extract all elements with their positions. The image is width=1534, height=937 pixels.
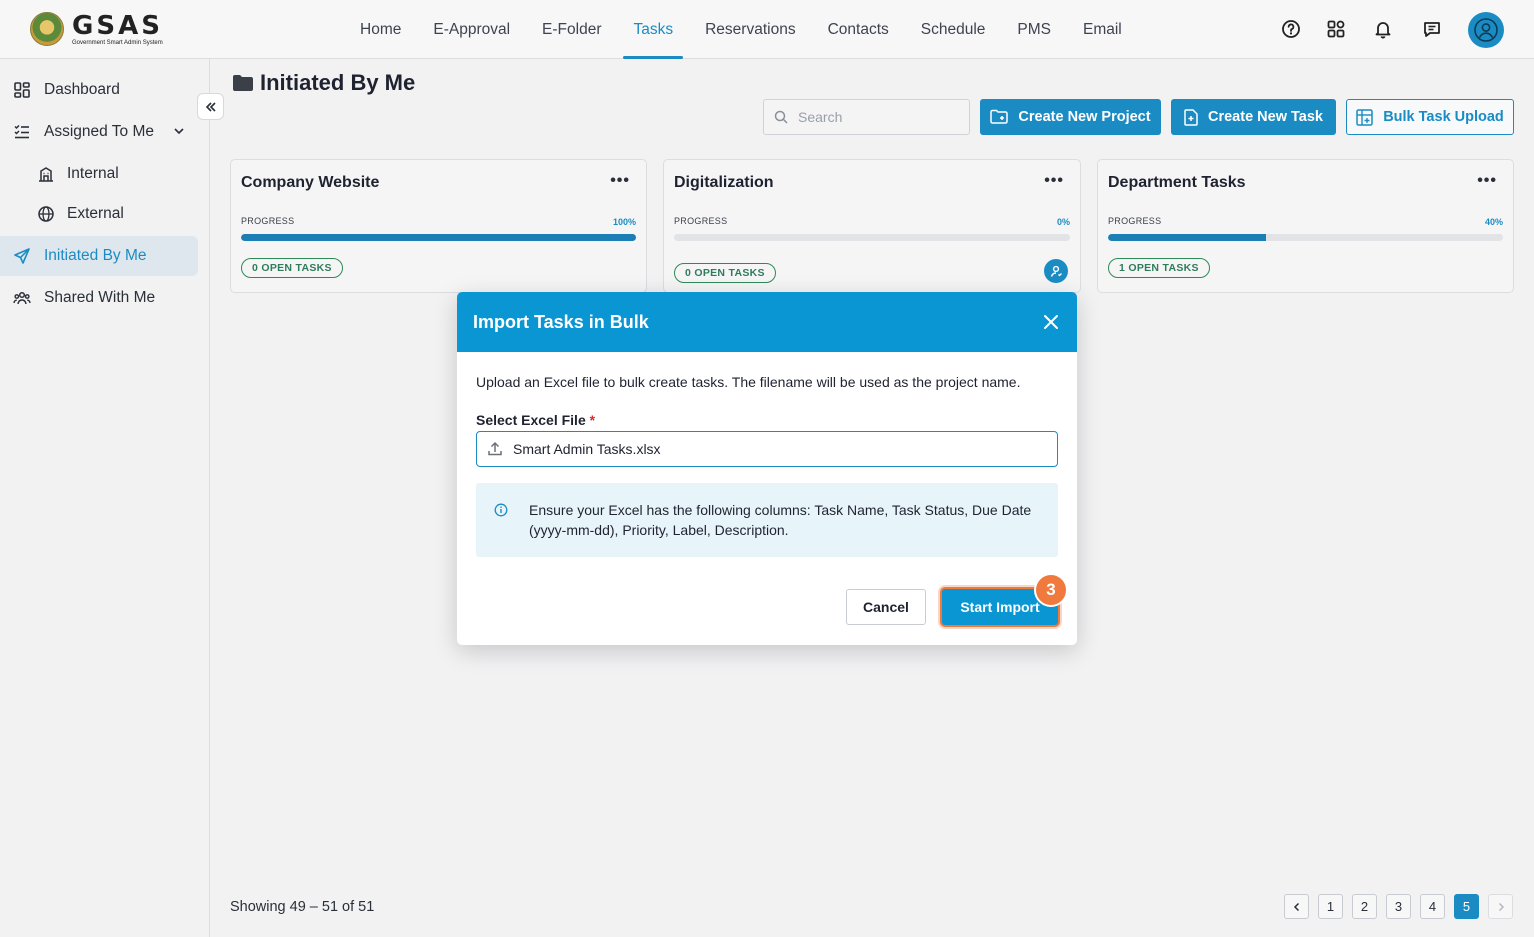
import-tasks-dialog: Import Tasks in Bulk Upload an Excel fil…: [457, 292, 1077, 645]
double-chevron-left-icon: [205, 101, 216, 112]
required-mark: *: [589, 412, 596, 428]
info-icon: [494, 503, 508, 522]
dialog-header: Import Tasks in Bulk: [457, 292, 1077, 352]
close-icon[interactable]: [1041, 312, 1061, 332]
selected-file-name: Smart Admin Tasks.xlsx: [513, 441, 661, 457]
cancel-button[interactable]: Cancel: [846, 589, 926, 625]
dialog-description: Upload an Excel file to bulk create task…: [476, 374, 1021, 390]
collapse-sidebar-button[interactable]: [197, 93, 224, 120]
info-alert: Ensure your Excel has the following colu…: [476, 483, 1058, 557]
dialog-title: Import Tasks in Bulk: [473, 311, 649, 332]
excel-file-input[interactable]: Smart Admin Tasks.xlsx: [476, 431, 1058, 467]
step-number-badge: 3: [1034, 573, 1068, 607]
file-field-label-text: Select Excel File: [476, 412, 586, 428]
file-field-label: Select Excel File *: [476, 412, 595, 428]
upload-icon: [488, 441, 502, 456]
info-text: Ensure your Excel has the following colu…: [529, 502, 1032, 538]
